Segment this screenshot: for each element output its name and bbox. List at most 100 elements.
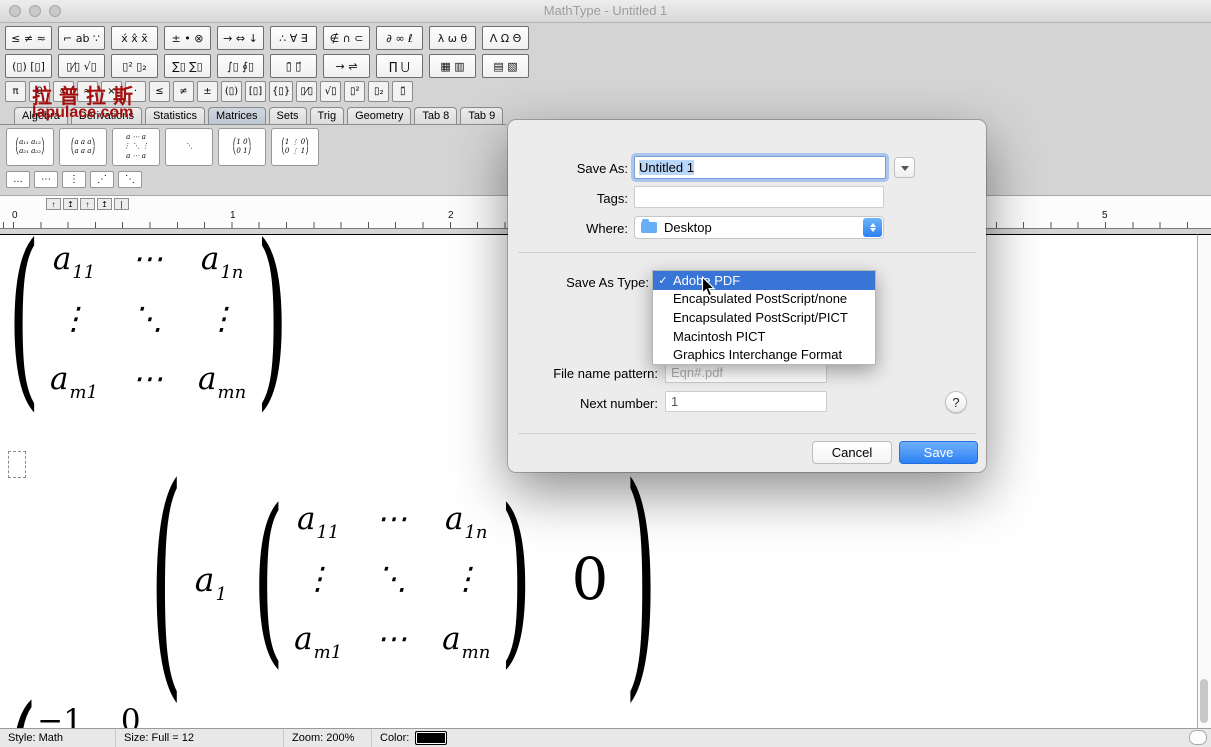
palette-summation-templates[interactable]: ∑▯ ∑▯ (164, 54, 211, 78)
status-zoom[interactable]: Zoom: 200% (284, 729, 372, 747)
partial-matrix-row: −1 0 (37, 703, 140, 729)
inner-left-paren: ( (253, 487, 284, 671)
vertical-scrollbar[interactable] (1197, 234, 1211, 729)
empty-slot-box[interactable] (8, 451, 26, 478)
palette-bar-arrow-templates[interactable]: ▯̄ ▯⃗ (270, 54, 317, 78)
matrix-template-3x3[interactable]: ⎛a a a⎞ ⎝a a a⎠ (59, 128, 107, 166)
matrix-template-2x2[interactable]: ⎛a₁₁ a₁₂⎞ ⎝a₂₁ a₂₂⎠ (6, 128, 54, 166)
small-button-brackets[interactable]: [▯] (245, 81, 266, 102)
help-button[interactable]: ? (945, 391, 967, 413)
tab-8[interactable]: Tab 8 (414, 107, 457, 124)
dots-template-baseline[interactable]: … (6, 171, 30, 188)
tabstop-right-button[interactable]: ↑ (80, 198, 95, 210)
small-button-superscript[interactable]: ▯² (344, 81, 365, 102)
small-button-plusminus[interactable]: ± (197, 81, 218, 102)
tabstop-center-button[interactable]: ↥ (63, 198, 78, 210)
dots-template-rising[interactable]: ⋰ (90, 171, 114, 188)
matrix-template-diagonal-dots[interactable]: ⋱ (165, 128, 213, 166)
save-dialog: Save As: Untitled 1 Tags: Where: Desktop… (508, 120, 986, 472)
palette-logic-symbols[interactable]: ∴ ∀ ∃ (270, 26, 317, 50)
mouse-cursor (701, 276, 716, 298)
palette-greek-lowercase[interactable]: λ ω θ (429, 26, 476, 50)
where-popup[interactable]: Desktop (634, 216, 884, 239)
toolbar-templates: (▯) [▯] ▯⁄▯ √▯ ▯² ▯₂ ∑▯ ∑▯ ∫▯ ∮▯ ▯̄ ▯⃗ →… (5, 54, 529, 78)
palette-fraction-radical-templates[interactable]: ▯⁄▯ √▯ (58, 54, 105, 78)
small-button-accent[interactable]: ▯̈ (392, 81, 413, 102)
ruler-mark: 2 (448, 210, 454, 221)
small-button-radical[interactable]: √▯ (320, 81, 341, 102)
matrix-template-identity-2x2[interactable]: ⎛1 0⎞ ⎝0 1⎠ (218, 128, 266, 166)
tab-geometry[interactable]: Geometry (347, 107, 411, 124)
mathtype-window: MathType - Untitled 1 ≤ ≠ ≈ ⌐ ab ∵ x́ x̂… (0, 0, 1211, 747)
small-button-neq[interactable]: ≠ (173, 81, 194, 102)
color-swatch[interactable] (415, 731, 447, 745)
small-button-parens[interactable]: (▯) (221, 81, 242, 102)
outer-right-paren: ) (624, 455, 657, 703)
tab-sets[interactable]: Sets (269, 107, 307, 124)
expand-disclosure-button[interactable] (894, 157, 915, 178)
menu-item-adobe-pdf[interactable]: ✓ Adobe PDF (653, 271, 875, 290)
tab-matrices[interactable]: Matrices (208, 107, 266, 124)
save-as-field[interactable]: Untitled 1 (634, 156, 886, 179)
palette-misc-symbols[interactable]: ∂ ∞ ℓ (376, 26, 423, 50)
equation-nested-matrix[interactable]: ( a1 ( a11 ⋯ a1n ⋮ ⋱ ⋮ am1 ⋯ amn ) 0 ) (150, 501, 657, 657)
tab-trig[interactable]: Trig (310, 107, 345, 124)
popup-stepper-icon (863, 218, 882, 237)
watermark-url: lapulace.com (32, 104, 133, 122)
save-button[interactable]: Save (899, 441, 978, 464)
small-button-leq[interactable]: ≤ (149, 81, 170, 102)
status-size[interactable]: Size: Full = 12 (116, 729, 284, 747)
palette-matrix-templates[interactable]: ▦ ▥ (429, 54, 476, 78)
next-number-input[interactable] (665, 391, 827, 412)
dots-template-falling[interactable]: ⋱ (118, 171, 142, 188)
matrix-template-dotted[interactable]: a ⋯ a ⋮ ⋱ ⋮ a ⋯ a (112, 128, 160, 166)
tags-label: Tags: (508, 191, 628, 206)
left-paren: ( (6, 687, 37, 729)
palette-script-templates[interactable]: ▯² ▯₂ (111, 54, 158, 78)
menu-item-macintosh-pict[interactable]: Macintosh PICT (653, 327, 875, 346)
matrix-cell: a11 (53, 241, 95, 277)
matrix-cell: ⋮ (206, 301, 238, 337)
dots-template-vertical[interactable]: ⋮ (62, 171, 86, 188)
dots-template-center[interactable]: ⋯ (34, 171, 58, 188)
status-color[interactable]: Color: (372, 729, 1211, 747)
palette-box-templates[interactable]: ▤ ▧ (482, 54, 529, 78)
small-button-subscript[interactable]: ▯₂ (368, 81, 389, 102)
palette-labeled-arrow-templates[interactable]: → ⇌ (323, 54, 370, 78)
matrix-cell: ⋯ (376, 621, 408, 657)
tabstop-left-button[interactable]: ↑ (46, 198, 61, 210)
matrix-cell: am1 (294, 621, 342, 657)
equation-partial-matrix[interactable]: ( −1 0 (6, 687, 141, 729)
equation-matrix[interactable]: ( a11 ⋯ a1n ⋮ ⋱ ⋮ am1 ⋯ amn ) (8, 241, 288, 397)
palette-greek-uppercase[interactable]: Λ Ω Θ (482, 26, 529, 50)
menu-item-gif[interactable]: Graphics Interchange Format (653, 345, 875, 364)
file-pattern-input[interactable] (665, 362, 827, 383)
palette-product-set-templates[interactable]: ∏ ⋃ (376, 54, 423, 78)
palette-operator-symbols[interactable]: ± • ⊗ (164, 26, 211, 50)
matrix-template-identity-dots[interactable]: ⎛1 ⋮ 0⎞ ⎝0 ⋮ 1⎠ (271, 128, 319, 166)
folder-icon (641, 222, 657, 233)
small-button-braces[interactable]: {▯} (269, 81, 293, 102)
tabstop-bar-button[interactable]: ∣ (114, 198, 129, 210)
matrix-cell: ⋱ (376, 561, 408, 597)
small-button-fraction[interactable]: ▯⁄▯ (296, 81, 317, 102)
palette-embellishments[interactable]: x́ x̂ x̃ (111, 26, 158, 50)
status-style[interactable]: Style: Math (0, 729, 116, 747)
tabstop-decimal-button[interactable]: ↥ (97, 198, 112, 210)
tab-statistics[interactable]: Statistics (145, 107, 205, 124)
resize-grip[interactable] (1189, 730, 1207, 745)
palette-spaces-ellipses[interactable]: ⌐ ab ∵ (58, 26, 105, 50)
palette-relational-symbols[interactable]: ≤ ≠ ≈ (5, 26, 52, 50)
tags-input[interactable] (634, 186, 884, 208)
cancel-button[interactable]: Cancel (812, 441, 892, 464)
menu-item-eps-none[interactable]: Encapsulated PostScript/none (653, 290, 875, 309)
vertical-scrollbar-thumb[interactable] (1200, 679, 1208, 723)
ruler-mark: 0 (12, 210, 18, 221)
palette-fence-templates[interactable]: (▯) [▯] (5, 54, 52, 78)
small-button-pi[interactable]: π (5, 81, 26, 102)
tab-9[interactable]: Tab 9 (460, 107, 503, 124)
menu-item-eps-pict[interactable]: Encapsulated PostScript/PICT (653, 308, 875, 327)
palette-set-theory-symbols[interactable]: ∉ ∩ ⊂ (323, 26, 370, 50)
palette-integral-templates[interactable]: ∫▯ ∮▯ (217, 54, 264, 78)
palette-arrow-symbols[interactable]: → ⇔ ↓ (217, 26, 264, 50)
